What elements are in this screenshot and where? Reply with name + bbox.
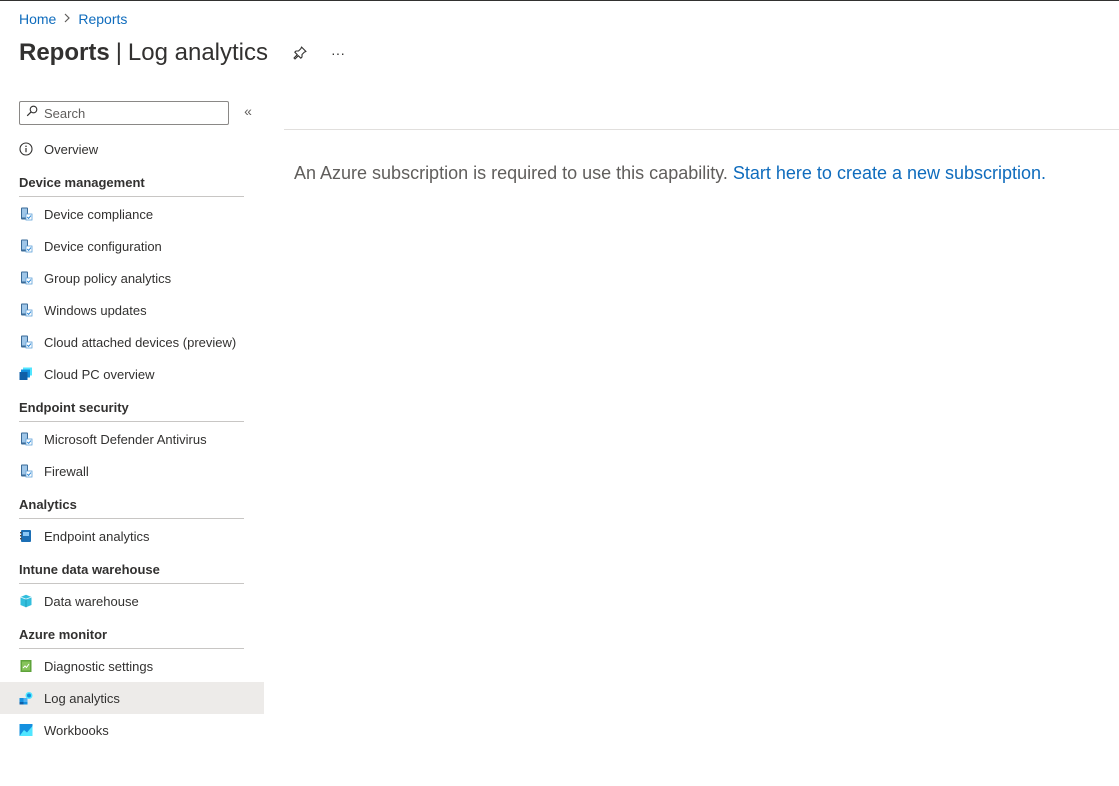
- workbooks-icon: [19, 723, 33, 737]
- sidebar-item-label: Cloud PC overview: [44, 366, 155, 382]
- log-analytics-icon: [19, 691, 33, 705]
- page-title-separator: |: [115, 39, 122, 66]
- sidebar-item-cloud-pc-overview[interactable]: Cloud PC overview: [0, 358, 264, 390]
- subscription-required-text: An Azure subscription is required to use…: [294, 163, 733, 183]
- sidebar-item-group-policy-analytics[interactable]: Group policy analytics: [0, 262, 264, 294]
- device-check-icon: [19, 303, 33, 317]
- notebook-icon: [19, 529, 33, 543]
- sidebar-item-label: Endpoint analytics: [44, 528, 150, 544]
- sidebar-item-label: Diagnostic settings: [44, 658, 154, 674]
- breadcrumb-reports-link[interactable]: Reports: [78, 11, 127, 27]
- sidebar-item-device-configuration[interactable]: Device configuration: [0, 230, 264, 262]
- sidebar-item-label: Data warehouse: [44, 593, 139, 609]
- sidebar-item-label: Windows updates: [44, 302, 147, 318]
- device-check-icon: [19, 432, 33, 446]
- sidebar-item-label: Overview: [44, 141, 99, 157]
- sidebar-item-label: Group policy analytics: [44, 270, 172, 286]
- sidebar-item-endpoint-analytics[interactable]: Endpoint analytics: [0, 520, 264, 552]
- chevron-right-icon: [62, 12, 72, 26]
- sidebar-item-label: Device configuration: [44, 238, 162, 254]
- sidebar-search-row: «: [0, 101, 264, 125]
- info-icon: [19, 142, 33, 156]
- sidebar-item-label: Firewall: [44, 463, 89, 479]
- sidebar-item-data-warehouse[interactable]: Data warehouse: [0, 585, 264, 617]
- sidebar-item-workbooks[interactable]: Workbooks: [0, 714, 264, 746]
- sidebar-item-label: Cloud attached devices (preview): [44, 334, 237, 350]
- content-divider: [284, 129, 1119, 130]
- sidebar-item-microsoft-defender-antivirus[interactable]: Microsoft Defender Antivirus: [0, 423, 264, 455]
- section-endpoint-security: Endpoint security: [19, 390, 244, 422]
- sidebar-item-log-analytics[interactable]: Log analytics: [0, 682, 264, 714]
- section-analytics: Analytics: [19, 487, 244, 519]
- page-header: Reports | Log analytics ···: [19, 39, 348, 67]
- breadcrumb: Home Reports: [19, 11, 127, 27]
- sidebar-item-label: Workbooks: [44, 722, 109, 738]
- cloud-pc-icon: [19, 367, 33, 381]
- page: Home Reports Reports|Log analytics ···: [0, 0, 1119, 786]
- device-check-icon: [19, 271, 33, 285]
- sidebar-item-label: Microsoft Defender Antivirus: [44, 431, 207, 447]
- pin-icon[interactable]: [290, 43, 310, 63]
- search-icon: [26, 104, 38, 122]
- sidebar: « Overview Device management Device comp…: [0, 101, 264, 746]
- title-actions: ···: [290, 43, 348, 63]
- sidebar-item-device-compliance[interactable]: Device compliance: [0, 198, 264, 230]
- more-options-icon[interactable]: ···: [328, 43, 348, 63]
- page-title-secondary: Log analytics: [127, 39, 269, 66]
- device-check-icon: [19, 207, 33, 221]
- sidebar-item-windows-updates[interactable]: Windows updates: [0, 294, 264, 326]
- sidebar-item-cloud-attached-devices[interactable]: Cloud attached devices (preview): [0, 326, 264, 358]
- create-subscription-link[interactable]: Start here to create a new subscription.: [733, 163, 1046, 183]
- breadcrumb-home-link[interactable]: Home: [19, 11, 56, 27]
- section-intune-data-warehouse: Intune data warehouse: [19, 552, 244, 584]
- sidebar-item-label: Log analytics: [44, 690, 120, 706]
- collapse-sidebar-icon[interactable]: «: [241, 103, 255, 119]
- sidebar-item-label: Device compliance: [44, 206, 154, 222]
- subscription-message: An Azure subscription is required to use…: [294, 163, 1046, 184]
- section-azure-monitor: Azure monitor: [19, 617, 244, 649]
- diagnostic-settings-icon: [19, 659, 33, 673]
- page-title: Reports | Log analytics: [19, 39, 268, 67]
- sidebar-item-firewall[interactable]: Firewall: [0, 455, 264, 487]
- device-check-icon: [19, 464, 33, 478]
- section-device-management: Device management: [19, 165, 244, 197]
- database-icon: [19, 594, 33, 608]
- device-check-icon: [19, 335, 33, 349]
- sidebar-item-diagnostic-settings[interactable]: Diagnostic settings: [0, 650, 264, 682]
- sidebar-search-box[interactable]: [19, 101, 229, 125]
- search-input[interactable]: [38, 105, 214, 121]
- device-check-icon: [19, 239, 33, 253]
- sidebar-item-overview[interactable]: Overview: [0, 133, 264, 165]
- page-title-primary: Reports: [19, 39, 110, 66]
